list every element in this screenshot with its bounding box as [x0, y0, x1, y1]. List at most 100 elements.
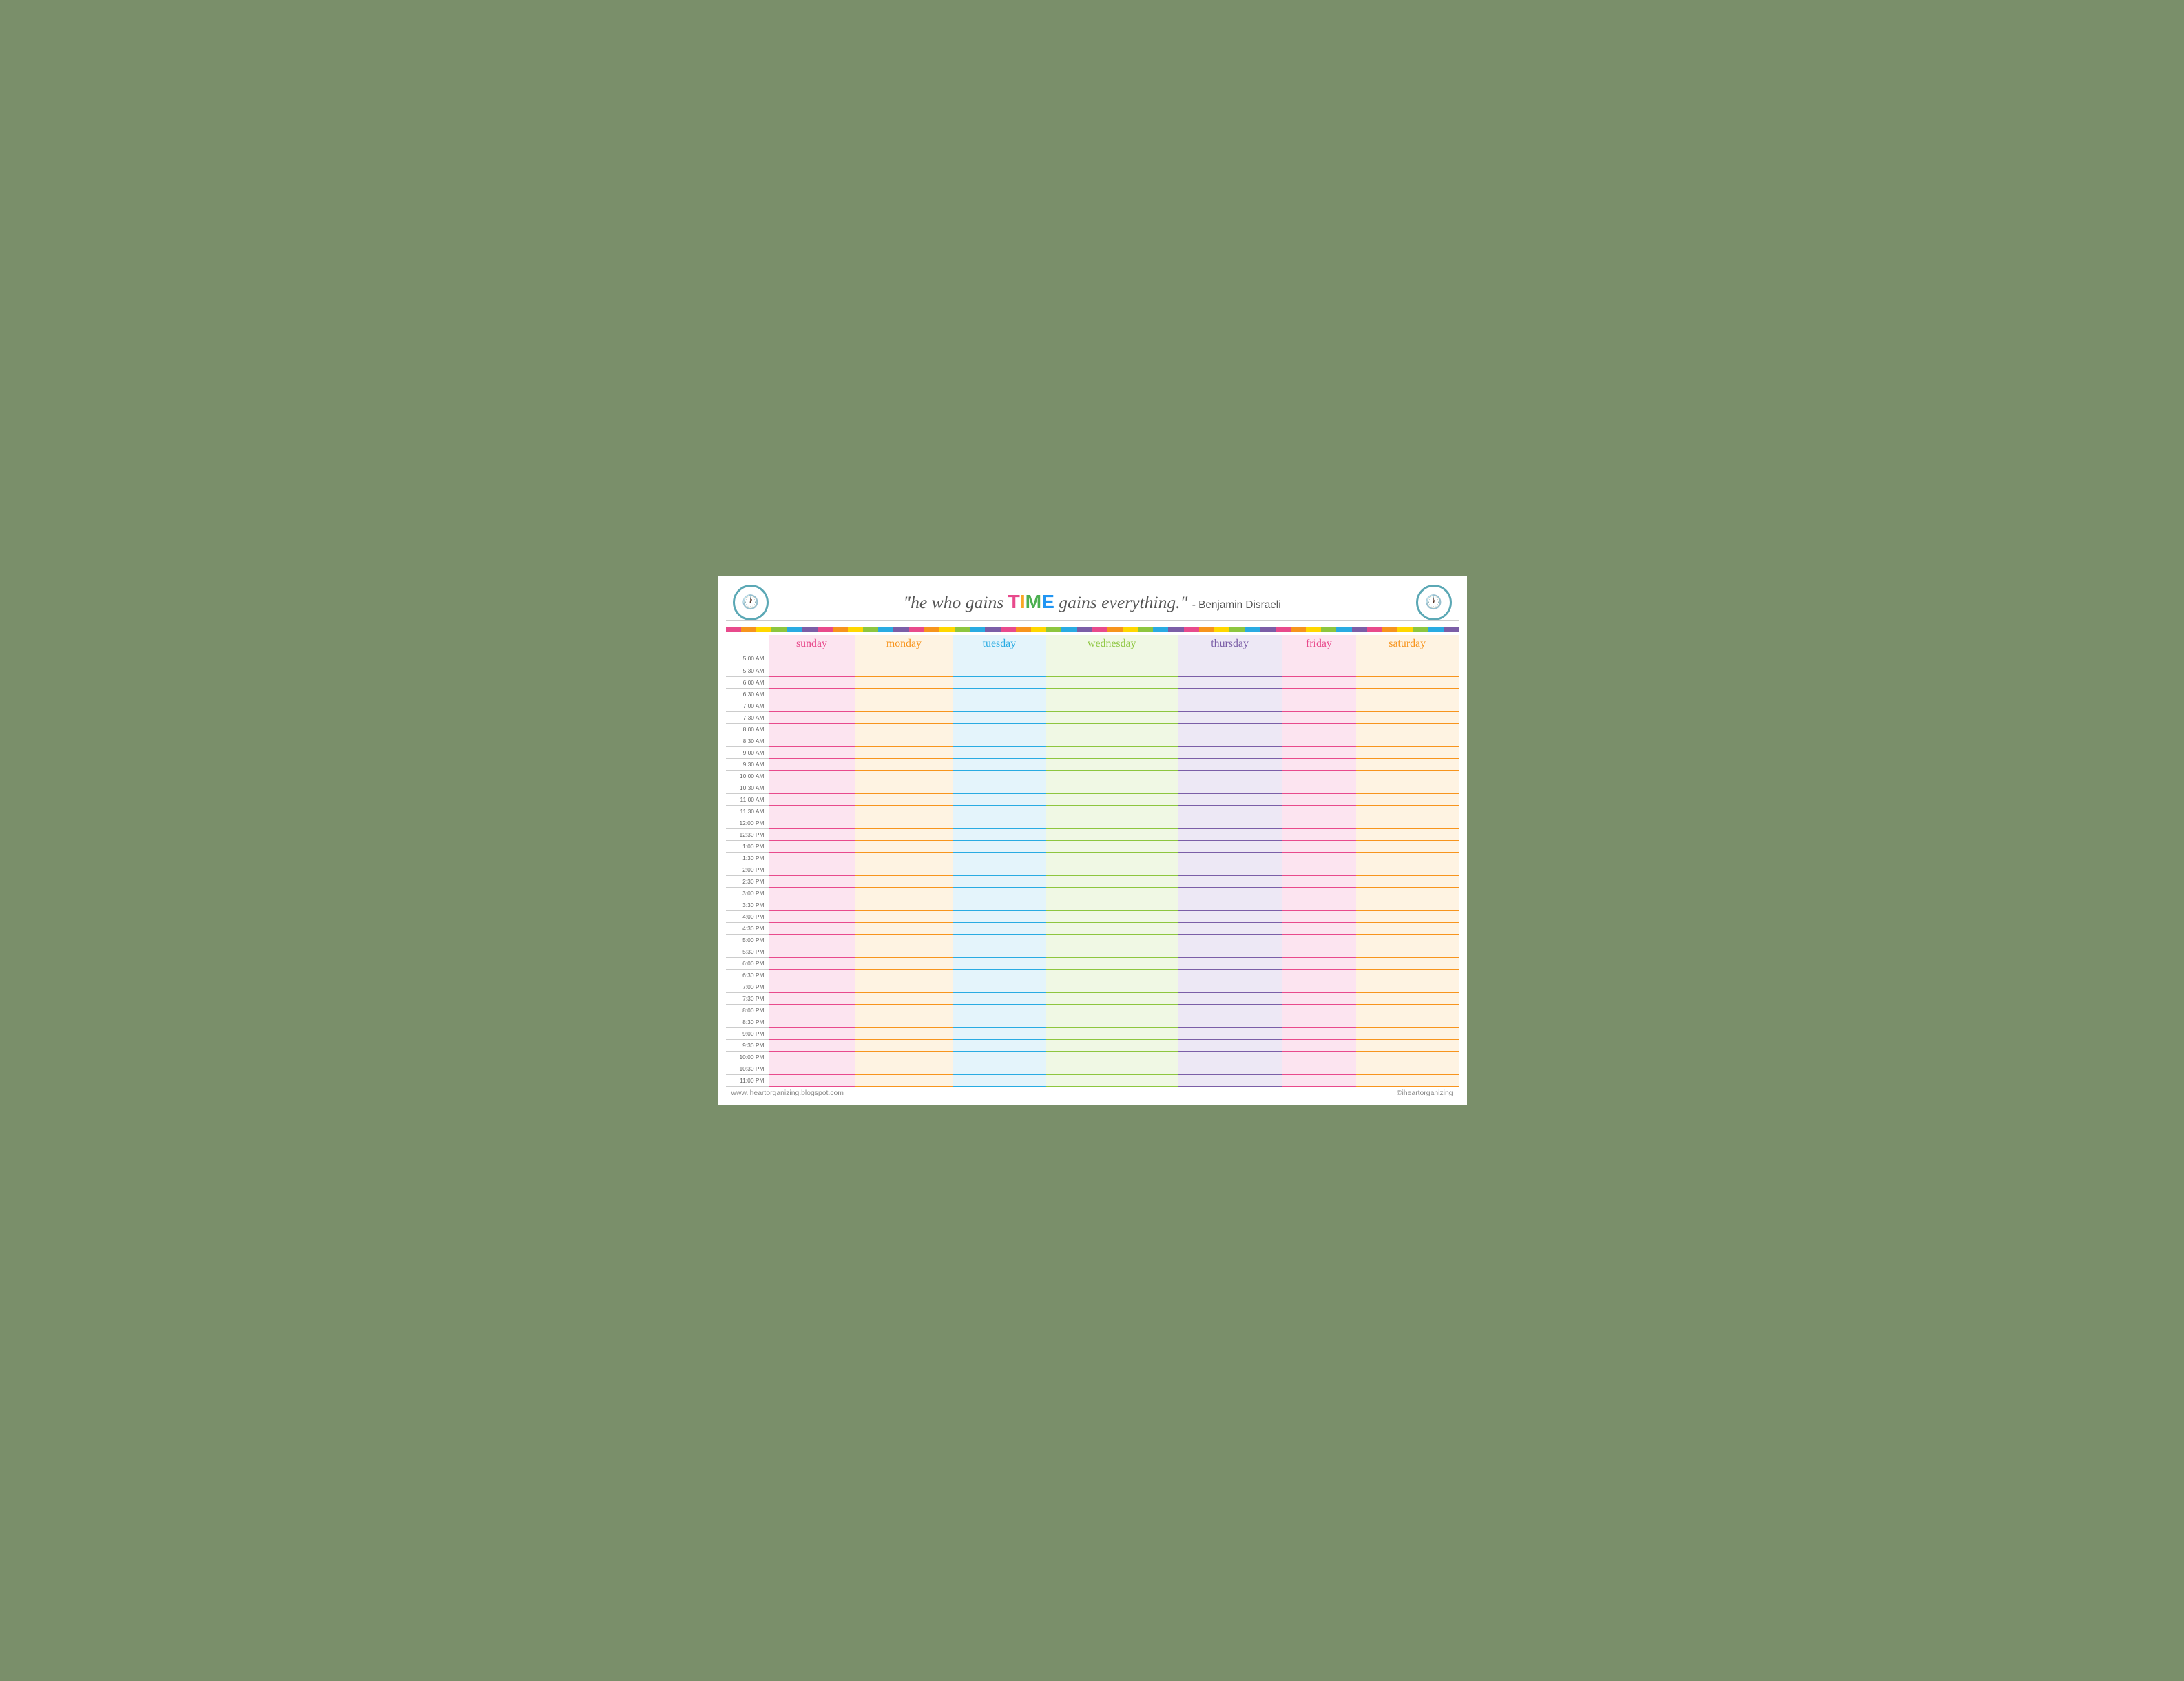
- schedule-cell[interactable]: [1178, 817, 1282, 828]
- schedule-cell[interactable]: [855, 922, 953, 934]
- schedule-cell[interactable]: [1178, 1004, 1282, 1016]
- schedule-cell[interactable]: [855, 1016, 953, 1027]
- schedule-cell[interactable]: [1356, 723, 1459, 735]
- schedule-cell[interactable]: [953, 957, 1046, 969]
- schedule-cell[interactable]: [1356, 665, 1459, 676]
- schedule-cell[interactable]: [769, 852, 855, 864]
- schedule-cell[interactable]: [1356, 840, 1459, 852]
- schedule-cell[interactable]: [1356, 735, 1459, 746]
- schedule-cell[interactable]: [1046, 1027, 1178, 1039]
- schedule-cell[interactable]: [953, 1016, 1046, 1027]
- schedule-cell[interactable]: [953, 700, 1046, 711]
- schedule-cell[interactable]: [1178, 700, 1282, 711]
- schedule-cell[interactable]: [855, 700, 953, 711]
- schedule-cell[interactable]: [1046, 946, 1178, 957]
- schedule-cell[interactable]: [1282, 1027, 1356, 1039]
- schedule-cell[interactable]: [1356, 1074, 1459, 1086]
- schedule-cell[interactable]: [1282, 992, 1356, 1004]
- schedule-cell[interactable]: [953, 711, 1046, 723]
- schedule-cell[interactable]: [769, 910, 855, 922]
- schedule-cell[interactable]: [1046, 770, 1178, 782]
- schedule-cell[interactable]: [1178, 770, 1282, 782]
- schedule-cell[interactable]: [1178, 981, 1282, 992]
- schedule-cell[interactable]: [1178, 1016, 1282, 1027]
- schedule-cell[interactable]: [855, 758, 953, 770]
- schedule-cell[interactable]: [1046, 746, 1178, 758]
- schedule-cell[interactable]: [769, 922, 855, 934]
- schedule-cell[interactable]: [1178, 735, 1282, 746]
- schedule-cell[interactable]: [1178, 828, 1282, 840]
- schedule-cell[interactable]: [1046, 1016, 1178, 1027]
- schedule-cell[interactable]: [1046, 969, 1178, 981]
- schedule-cell[interactable]: [1046, 981, 1178, 992]
- schedule-cell[interactable]: [855, 805, 953, 817]
- schedule-cell[interactable]: [769, 758, 855, 770]
- schedule-cell[interactable]: [855, 899, 953, 910]
- schedule-cell[interactable]: [769, 840, 855, 852]
- schedule-cell[interactable]: [769, 770, 855, 782]
- schedule-cell[interactable]: [769, 957, 855, 969]
- schedule-cell[interactable]: [769, 793, 855, 805]
- schedule-cell[interactable]: [1356, 1016, 1459, 1027]
- schedule-cell[interactable]: [855, 981, 953, 992]
- schedule-cell[interactable]: [1046, 676, 1178, 688]
- schedule-cell[interactable]: [1178, 758, 1282, 770]
- schedule-cell[interactable]: [855, 1004, 953, 1016]
- schedule-cell[interactable]: [855, 875, 953, 887]
- schedule-cell[interactable]: [1356, 1063, 1459, 1074]
- schedule-cell[interactable]: [1046, 1051, 1178, 1063]
- schedule-cell[interactable]: [769, 969, 855, 981]
- schedule-cell[interactable]: [769, 864, 855, 875]
- schedule-cell[interactable]: [855, 1027, 953, 1039]
- schedule-cell[interactable]: [769, 711, 855, 723]
- schedule-cell[interactable]: [1356, 828, 1459, 840]
- schedule-cell[interactable]: [953, 969, 1046, 981]
- schedule-cell[interactable]: [769, 735, 855, 746]
- schedule-cell[interactable]: [855, 1051, 953, 1063]
- schedule-cell[interactable]: [1356, 700, 1459, 711]
- schedule-cell[interactable]: [1282, 817, 1356, 828]
- schedule-cell[interactable]: [1178, 969, 1282, 981]
- schedule-cell[interactable]: [1046, 805, 1178, 817]
- schedule-cell[interactable]: [953, 746, 1046, 758]
- schedule-cell[interactable]: [953, 805, 1046, 817]
- schedule-cell[interactable]: [855, 934, 953, 946]
- schedule-cell[interactable]: [1282, 1074, 1356, 1086]
- schedule-cell[interactable]: [769, 992, 855, 1004]
- schedule-cell[interactable]: [1178, 875, 1282, 887]
- schedule-cell[interactable]: [953, 688, 1046, 700]
- schedule-cell[interactable]: [769, 946, 855, 957]
- schedule-cell[interactable]: [1178, 653, 1282, 665]
- schedule-cell[interactable]: [953, 817, 1046, 828]
- schedule-cell[interactable]: [1356, 887, 1459, 899]
- schedule-cell[interactable]: [769, 782, 855, 793]
- schedule-cell[interactable]: [1178, 1063, 1282, 1074]
- schedule-cell[interactable]: [953, 723, 1046, 735]
- schedule-cell[interactable]: [855, 723, 953, 735]
- schedule-cell[interactable]: [769, 653, 855, 665]
- schedule-cell[interactable]: [769, 828, 855, 840]
- schedule-cell[interactable]: [1178, 957, 1282, 969]
- schedule-cell[interactable]: [769, 746, 855, 758]
- schedule-cell[interactable]: [1282, 1039, 1356, 1051]
- schedule-cell[interactable]: [1178, 852, 1282, 864]
- schedule-cell[interactable]: [953, 934, 1046, 946]
- schedule-cell[interactable]: [855, 688, 953, 700]
- schedule-cell[interactable]: [1282, 723, 1356, 735]
- schedule-cell[interactable]: [855, 910, 953, 922]
- schedule-cell[interactable]: [1282, 887, 1356, 899]
- schedule-cell[interactable]: [953, 828, 1046, 840]
- schedule-cell[interactable]: [953, 1039, 1046, 1051]
- schedule-cell[interactable]: [855, 746, 953, 758]
- schedule-cell[interactable]: [1046, 723, 1178, 735]
- schedule-cell[interactable]: [953, 864, 1046, 875]
- schedule-cell[interactable]: [1046, 899, 1178, 910]
- schedule-cell[interactable]: [953, 1027, 1046, 1039]
- schedule-cell[interactable]: [1046, 793, 1178, 805]
- schedule-cell[interactable]: [1282, 793, 1356, 805]
- schedule-cell[interactable]: [1356, 946, 1459, 957]
- schedule-cell[interactable]: [953, 922, 1046, 934]
- schedule-cell[interactable]: [1178, 676, 1282, 688]
- schedule-cell[interactable]: [1356, 934, 1459, 946]
- schedule-cell[interactable]: [953, 1004, 1046, 1016]
